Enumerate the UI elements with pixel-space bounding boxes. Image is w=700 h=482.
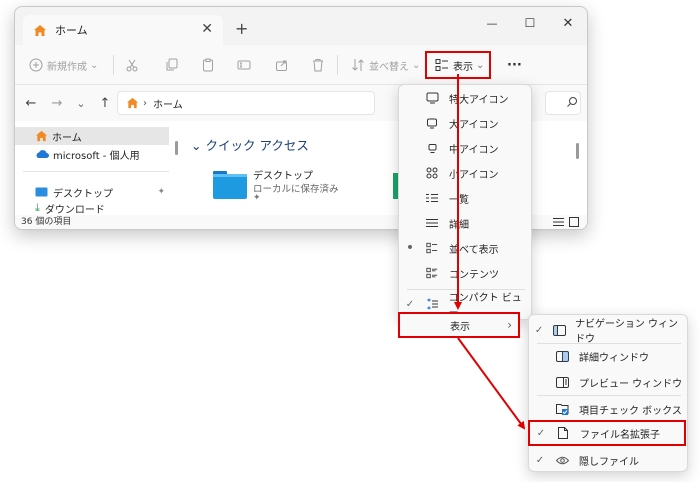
arrow-show-to-extensions bbox=[457, 337, 526, 430]
annotation-arrows bbox=[454, 74, 526, 430]
